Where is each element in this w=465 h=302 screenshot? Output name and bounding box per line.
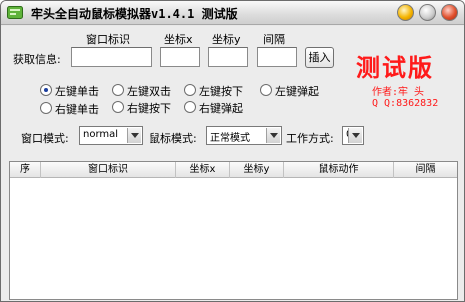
mouse-mode-value: 正常模式 [210,133,250,144]
chevron-down-icon [127,128,141,143]
column-header-y[interactable]: 坐标y [230,162,284,178]
chevron-down-icon [266,128,280,143]
window-mode-value: normal [83,129,119,140]
author-label: 作者:牢 头 [372,87,425,98]
chevron-down-icon [348,128,362,143]
column-header-action[interactable]: 鼠标动作 [284,162,394,178]
work-mode-select[interactable]: 0 [342,126,364,145]
work-mode-label: 工作方式: [286,132,334,145]
x-field[interactable] [160,47,200,67]
mouse-mode-select[interactable]: 正常模式 [206,126,282,145]
title-bar[interactable]: 牢头全自动鼠标模拟器v1.4.1 测试版 [1,1,464,25]
maximize-button[interactable] [419,4,436,21]
get-info-label: 获取信息: [13,53,61,66]
test-version-badge: 测试版 [356,53,434,82]
radio-label: 左键双击 [127,85,171,98]
mouse-mode-label: 鼠标模式: [149,132,197,145]
list-header: 序 窗口标识 坐标x 坐标y 鼠标动作 间隔 [10,162,457,178]
radio-label: 左键单击 [55,85,99,98]
radio-dot [40,102,52,114]
window-mode-label: 窗口模式: [21,132,69,145]
interval-field[interactable] [257,47,297,67]
radio-dot [260,84,272,96]
radio-dot [184,84,196,96]
y-field[interactable] [208,47,248,67]
radio-label: 右键按下 [127,102,171,115]
insert-button[interactable]: 插入 [305,47,334,68]
x-header: 坐标x [164,33,193,46]
window-id-field[interactable] [71,47,152,67]
action-list[interactable]: 序 窗口标识 坐标x 坐标y 鼠标动作 间隔 [9,161,458,300]
close-button[interactable] [441,4,458,21]
column-header-window-id[interactable]: 窗口标识 [41,162,176,178]
minimize-button[interactable] [397,4,414,21]
qq-label: Q Q:8362832 [372,98,439,109]
radio-label: 左键按下 [199,85,243,98]
window-title: 牢头全自动鼠标模拟器v1.4.1 测试版 [31,7,238,21]
radio-label: 右键弹起 [199,102,243,115]
window-id-header: 窗口标识 [86,33,130,46]
y-header: 坐标y [212,33,241,46]
radio-dot [40,84,52,96]
column-header-interval[interactable]: 间隔 [394,162,457,178]
client-area: 窗口标识 坐标x 坐标y 间隔 获取信息: 插入 测试版 作者:牢 头 Q Q:… [1,26,464,301]
radio-label: 右键单击 [55,103,99,116]
main-window: 牢头全自动鼠标模拟器v1.4.1 测试版 窗口标识 坐标x 坐标y 间隔 获取信… [0,0,465,302]
app-icon [7,6,23,19]
column-header-x[interactable]: 坐标x [176,162,230,178]
interval-header: 间隔 [263,33,285,46]
radio-dot [112,84,124,96]
radio-dot [184,101,196,113]
radio-dot [112,101,124,113]
column-header-index[interactable]: 序 [10,162,41,178]
window-mode-select[interactable]: normal [79,126,143,145]
radio-label: 左键弹起 [275,85,319,98]
